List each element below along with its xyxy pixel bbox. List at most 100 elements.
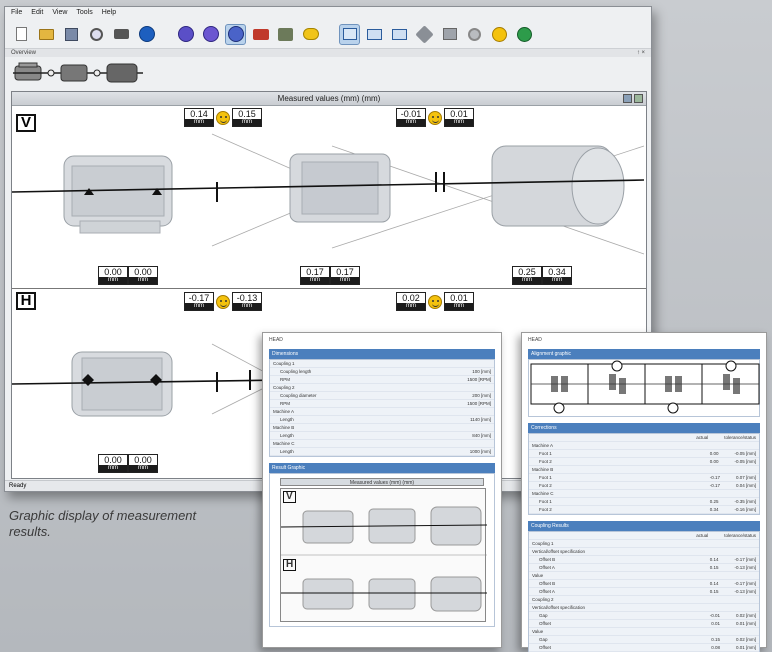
machine-b-icon[interactable]	[200, 24, 221, 45]
coupling2-horizontal-readout: 0.02 mm 0.01 mm	[396, 292, 474, 311]
machine-train-overview[interactable]	[5, 57, 651, 89]
row-value-b	[738, 605, 756, 610]
coupling-results-table: actual tolerance/status Coupling 1 Vertica…	[528, 531, 760, 652]
col-actual: actual	[696, 435, 709, 440]
row-label: Vertical/offset specification	[532, 549, 585, 554]
menu-help[interactable]: Help	[102, 9, 116, 18]
machine-c-drawing[interactable]	[491, 145, 625, 227]
row-value-a	[704, 597, 722, 602]
machine-b-drawing[interactable]	[289, 153, 391, 223]
machine-c-icon[interactable]	[225, 23, 246, 45]
row-value-b: 0.01 [mm]	[735, 621, 756, 626]
new-doc-icon[interactable]	[11, 24, 32, 45]
globe-icon[interactable]	[514, 24, 535, 45]
pane-title: Measured values (mm) (mm)	[277, 94, 381, 103]
row-label: Length	[280, 449, 294, 454]
row-label: Coupling 1	[273, 361, 295, 366]
overview-pin-close[interactable]: ↑ ×	[637, 50, 645, 56]
v-foot-b1: 0.17	[306, 267, 324, 277]
info-icon[interactable]	[136, 24, 157, 45]
dimensions-section: Dimensions Coupling 1 Coupling length 100 …	[269, 349, 495, 457]
menu-view[interactable]: View	[52, 9, 67, 18]
row-label: Length	[280, 433, 294, 438]
h-c1-offset: -0.17	[188, 293, 210, 303]
pane-export-button[interactable]	[634, 94, 643, 103]
soft-foot-icon[interactable]	[300, 24, 321, 45]
row-value-a: 0.15	[711, 637, 720, 642]
v-c1-gap: 0.15	[238, 109, 256, 119]
machine-a-top-drawing[interactable]	[71, 351, 173, 417]
machine-a-drawing[interactable]	[63, 155, 173, 234]
menu-tools[interactable]: Tools	[76, 9, 92, 18]
table-row: Offset B 0.14 -0.17 [mm]	[529, 580, 759, 588]
row-value-b	[738, 443, 756, 448]
row-label: Offset B	[539, 581, 556, 586]
unit-label: mm	[397, 303, 425, 310]
v-c1-gap-box: 0.15 mm	[232, 108, 262, 127]
view-top-icon[interactable]	[364, 24, 385, 45]
row-value-b: 0.07 [mm]	[735, 475, 756, 480]
v-foot-readout-b: 0.17 mm 0.17 mm	[300, 266, 360, 285]
menu-edit[interactable]: Edit	[31, 9, 43, 18]
view-side-icon[interactable]	[339, 23, 360, 45]
row-label: Value	[532, 629, 544, 634]
open-folder-icon[interactable]	[36, 24, 57, 45]
horizontal-view-label[interactable]: H	[16, 292, 36, 310]
save-icon[interactable]	[61, 24, 82, 45]
unit-label: mm	[185, 119, 213, 126]
row-value-a	[704, 573, 722, 578]
row-value-a	[704, 605, 722, 610]
table-row: Offset 0.01 0.01 [mm]	[529, 620, 759, 628]
motor-icon[interactable]	[275, 24, 296, 45]
table-row: Value	[529, 572, 759, 580]
coupling-icon[interactable]	[250, 24, 271, 45]
status-text: Ready	[9, 483, 27, 489]
row-value-b	[738, 491, 756, 496]
v-c2-offset: -0.01	[400, 109, 422, 119]
print-preview-icon[interactable]	[86, 24, 107, 45]
row-label: Foot 1	[539, 475, 552, 480]
v-foot-c-box: 0.25 mm	[512, 266, 542, 285]
table-row: Coupling 1	[270, 360, 494, 368]
machine-a-icon[interactable]	[175, 24, 196, 45]
table-icon[interactable]	[439, 24, 460, 45]
v-foot-readout-c: 0.25 mm 0.34 mm	[512, 266, 572, 285]
unit-label: mm	[129, 277, 157, 284]
row-label: Machine A	[273, 409, 295, 414]
wrench-icon[interactable]	[414, 24, 435, 45]
row-value-a	[704, 443, 722, 448]
table-row: Foot 2 -0.17 0.04 [mm]	[529, 482, 759, 490]
h-c1-gap-box: -0.13 mm	[232, 292, 262, 311]
table-row: Machine C	[270, 440, 494, 448]
alignment-graphic-section: Alignment graphic	[528, 349, 760, 417]
row-value-b	[738, 573, 756, 578]
col-actual: actual	[696, 533, 709, 538]
table-row: Foot 1 0.25 -0.35 [mm]	[529, 498, 759, 506]
row-label: Coupling length	[280, 369, 312, 374]
coupling-header-row: actual tolerance/status	[529, 532, 759, 540]
row-value-b: 0.01 [mm]	[735, 645, 756, 650]
row-value-a: 0.34	[709, 507, 719, 512]
smiley-icon[interactable]	[489, 24, 510, 45]
overview-header: Overview ↑ ×	[5, 48, 651, 57]
print-icon[interactable]	[111, 24, 132, 45]
row-value-a: 0.08	[711, 645, 720, 650]
table-row: Foot 1 -0.17 0.07 [mm]	[529, 474, 759, 482]
settings-icon[interactable]	[464, 24, 485, 45]
dimensions-table: Coupling 1 Coupling length 100 [mm] RPM 1500…	[269, 359, 495, 457]
row-value-b: -0.35 [mm]	[734, 499, 756, 504]
table-row: Gap 0.15 0.02 [mm]	[529, 636, 759, 644]
row-value: 1140 [mm]	[470, 417, 491, 422]
row-value-a	[704, 491, 722, 496]
machine-train-icon	[13, 62, 143, 83]
row-value: 200 [mm]	[472, 393, 491, 398]
row-value-b	[738, 597, 756, 602]
h-c2-gap: 0.01	[450, 293, 468, 303]
view-3d-icon[interactable]	[389, 24, 410, 45]
menu-file[interactable]: File	[11, 9, 22, 18]
row-value-a	[704, 629, 722, 634]
pane-print-button[interactable]	[623, 94, 632, 103]
coupling-states-diagram	[530, 360, 760, 414]
v-foot-c1: 0.25	[518, 267, 536, 277]
vertical-alignment-graphic	[12, 133, 645, 255]
